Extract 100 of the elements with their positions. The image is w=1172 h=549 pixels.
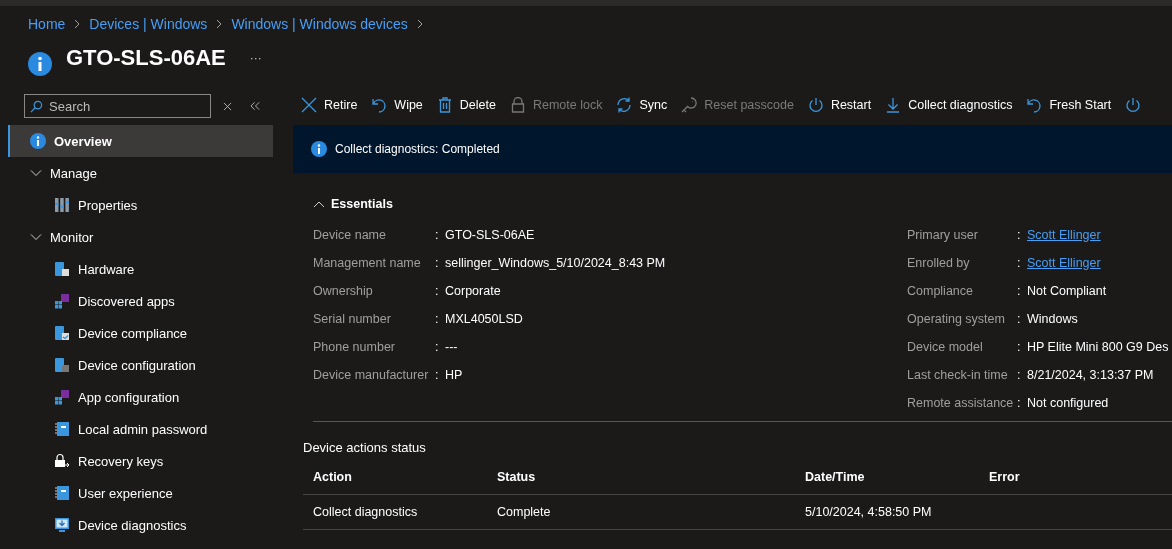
property-label: Management name: [313, 256, 422, 270]
property-label: Remote assistance: [907, 396, 1015, 410]
toolbar-button[interactable]: Restart: [800, 97, 879, 113]
nav-item[interactable]: Device compliance: [8, 317, 273, 349]
section-title: Device actions status: [303, 440, 427, 457]
colon: :: [435, 368, 440, 382]
nav-item[interactable]: Hardware: [8, 253, 273, 285]
trash-icon: [436, 97, 453, 113]
power-icon: [807, 97, 824, 113]
column-header: Status: [496, 470, 537, 484]
colon: :: [435, 284, 440, 298]
user-link[interactable]: Scott Ellinger: [1027, 256, 1101, 270]
user-link[interactable]: Scott Ellinger: [1027, 228, 1101, 242]
nav-item[interactable]: Discovered apps: [8, 285, 273, 317]
chevron-icon: [30, 167, 42, 179]
property-label: Operating system: [907, 312, 1006, 326]
property-value: ---: [445, 340, 458, 354]
undo-icon: [1026, 97, 1043, 113]
property-value: Not Compliant: [1027, 284, 1107, 298]
nav-item[interactable]: Properties: [8, 189, 273, 221]
device-check-icon: [54, 325, 70, 341]
nav-item[interactable]: App configuration: [8, 381, 273, 413]
colon: :: [435, 256, 440, 270]
chevron-icon: [313, 200, 325, 208]
nav-item[interactable]: Recovery keys: [8, 445, 273, 477]
colon: :: [435, 340, 440, 354]
colon: :: [1017, 284, 1022, 298]
toolbar-button[interactable]: Wipe: [364, 97, 430, 113]
colon: :: [1017, 312, 1022, 326]
nav-item[interactable]: Device configuration: [8, 349, 273, 381]
toolbar-button[interactable]: Delete: [429, 97, 503, 113]
property-value: GTO-SLS-06AE: [445, 228, 535, 242]
collapse-icon[interactable]: [250, 101, 261, 111]
property-value: 8/21/2024, 3:13:37 PM: [1027, 368, 1154, 382]
property-label: Device model: [907, 340, 984, 354]
undo-icon: [371, 97, 388, 113]
page-title: GTO-SLS-06AE: [66, 45, 226, 71]
breadcrumb-link[interactable]: Home: [28, 16, 66, 32]
sync-icon: [616, 97, 633, 113]
more-button[interactable]: ···: [249, 51, 262, 65]
column-header: Date/Time: [804, 470, 866, 484]
device-icon: [54, 261, 70, 277]
notebook-icon: [54, 485, 70, 501]
apps-icon: [54, 293, 70, 309]
power-icon: [1125, 97, 1142, 113]
search-field[interactable]: Search: [24, 94, 211, 118]
chevron-icon: [415, 19, 424, 29]
colon: :: [435, 228, 440, 242]
nav-group[interactable]: Manage: [8, 157, 273, 189]
colon: :: [1017, 368, 1022, 382]
property-value: sellinger_Windows_5/10/2024_8:43 PM: [445, 256, 666, 270]
clear-icon[interactable]: [223, 101, 232, 111]
info-icon: [28, 52, 52, 76]
toolbar-button[interactable]: Fresh Start: [1019, 97, 1119, 113]
colon: :: [1017, 228, 1022, 242]
property-label: Device manufacturer: [313, 368, 430, 382]
lock-arrow-icon: [54, 453, 70, 469]
chevron-icon: [30, 231, 42, 243]
property-value: HP: [445, 368, 463, 382]
toolbar-button[interactable]: Sync: [609, 97, 675, 113]
nav-item[interactable]: Overview: [8, 125, 273, 157]
key-icon: [681, 97, 698, 113]
table-cell-text: 5/10/2024, 4:58:50 PM: [804, 505, 933, 519]
property-value: HP Elite Mini 800 G9 Des: [1027, 340, 1169, 354]
colon: :: [1017, 396, 1022, 410]
toolbar-button[interactable]: Retire: [293, 97, 365, 113]
close-icon: [301, 97, 317, 113]
banner-text: Collect diagnostics: Completed: [335, 142, 500, 156]
colon: :: [1017, 256, 1022, 270]
breadcrumb-link[interactable]: Windows | Windows devices: [231, 16, 408, 32]
property-value: Corporate: [445, 284, 501, 298]
lock-icon: [509, 97, 526, 113]
apps-icon: [54, 389, 70, 405]
property-label: Phone number: [313, 340, 396, 354]
essentials-toggle[interactable]: Essentials: [313, 197, 1172, 211]
nav-item[interactable]: Device diagnostics: [8, 509, 273, 541]
nav-item[interactable]: Local admin password: [8, 413, 273, 445]
property-label: Device name: [313, 228, 387, 242]
nav-item[interactable]: User experience: [8, 477, 273, 509]
download-icon: [885, 97, 902, 113]
breadcrumb-link[interactable]: Devices | Windows: [89, 16, 208, 32]
table-cell-text: Collect diagnostics: [312, 505, 419, 519]
table-cell-text: Complete: [496, 505, 552, 519]
property-value: Not configured: [1027, 396, 1109, 410]
property-label: Last check-in time: [907, 368, 1009, 382]
colon: :: [435, 312, 440, 326]
search-icon: [30, 100, 43, 113]
property-label: Compliance: [907, 284, 974, 298]
property-value: MXL4050LSD: [445, 312, 523, 326]
colon: :: [1017, 340, 1022, 354]
info-icon: [311, 141, 327, 157]
property-label: Enrolled by: [907, 256, 971, 270]
property-label: Serial number: [313, 312, 392, 326]
toolbar-button[interactable]: Collect diagnostics: [878, 97, 1020, 113]
chevron-icon: [215, 19, 224, 29]
nav-group[interactable]: Monitor: [8, 221, 273, 253]
info-icon: [30, 133, 46, 149]
column-header: Action: [312, 470, 353, 484]
notebook-icon: [54, 421, 70, 437]
properties-icon: [54, 197, 70, 213]
